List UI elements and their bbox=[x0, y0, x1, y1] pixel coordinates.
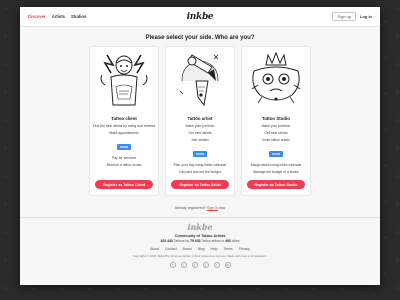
vk-icon[interactable]: vk bbox=[224, 262, 231, 268]
register-studio-button[interactable]: Register as Tattoo Studio bbox=[247, 180, 305, 189]
stats-artists-label: Tattoo artists in bbox=[201, 239, 225, 243]
nav-studios[interactable]: Studios bbox=[71, 14, 86, 19]
footer-link-about[interactable]: About bbox=[150, 247, 159, 251]
card-tattoo-studio: Tattoo Studio Make your portfolio Get ne… bbox=[241, 46, 311, 196]
auth-buttons: Sign up Log in bbox=[332, 12, 372, 21]
feature-text: Make your portfolio bbox=[185, 124, 215, 128]
feature-text: Make your portfolio bbox=[261, 124, 291, 128]
card-title: Tattoo Studio bbox=[262, 116, 290, 121]
feature-text: Plan your day using inkbe calendar bbox=[173, 163, 227, 167]
footer-link-terms[interactable]: Terms bbox=[224, 247, 233, 251]
register-artist-button[interactable]: Register as Tattoo Artist bbox=[171, 180, 229, 189]
footer-link-privacy[interactable]: Privacy bbox=[239, 247, 250, 251]
card-title: Tattoo client bbox=[111, 116, 137, 121]
stats-tattoos-label: Tattoos by bbox=[173, 239, 190, 243]
browser-window: Discover Artists Studios inkbe Sign up L… bbox=[20, 7, 380, 285]
footer-link-contact[interactable]: Contact bbox=[165, 247, 177, 251]
social-icons: f t v g t vk bbox=[20, 262, 380, 268]
google-plus-icon[interactable]: g bbox=[202, 262, 209, 268]
card-title: Tattoo artist bbox=[187, 116, 213, 121]
signup-button[interactable]: Sign up bbox=[332, 12, 356, 21]
studio-illustration bbox=[242, 47, 310, 113]
soon-badge: SOON bbox=[116, 144, 132, 150]
stats-tattoos: 433 443 bbox=[160, 239, 173, 243]
stats-line: 433 443 Tattoos by 75 433 Tattoo artists… bbox=[20, 239, 380, 243]
sign-in-link[interactable]: Sign in bbox=[207, 206, 218, 210]
card-tattoo-artist: Tattoo artist Make your portfolio Get ne… bbox=[165, 46, 235, 196]
stats-artists: 75 433 bbox=[190, 239, 201, 243]
feature-text: Get new clients bbox=[188, 131, 212, 135]
feature-text: Invite tattoo artists bbox=[262, 138, 290, 142]
already-registered: Already registered? Sign in now bbox=[20, 206, 380, 210]
feature-text: Find the best artists by rating and revi… bbox=[92, 124, 156, 128]
community-title: Community of Tattoo Artists bbox=[174, 234, 226, 238]
tumblr-icon[interactable]: t bbox=[213, 262, 220, 268]
client-illustration bbox=[90, 47, 158, 113]
already-suffix: now bbox=[218, 206, 226, 210]
footer-links: About Contact Brand Blog Help Terms Priv… bbox=[20, 247, 380, 251]
footer-logo: inkbe bbox=[187, 222, 213, 232]
soon-badge: SOON bbox=[192, 151, 208, 157]
copyright: Copyright © 2015 Inkbe BV. All screensho… bbox=[132, 254, 268, 258]
login-button[interactable]: Log in bbox=[360, 14, 372, 19]
nav-discover[interactable]: Discover bbox=[28, 14, 46, 19]
feature-text: Become a tattoo model bbox=[106, 163, 142, 167]
register-client-button[interactable]: Register as Tattoo Client bbox=[95, 180, 153, 189]
stats-cities-label: cities bbox=[231, 239, 240, 243]
feature-text: Join studios bbox=[191, 138, 209, 142]
footer-link-blog[interactable]: Blog bbox=[198, 247, 205, 251]
card-tattoo-client: Tattoo client Find the best artists by r… bbox=[89, 46, 159, 196]
feature-text: Get paid and set the budget bbox=[179, 170, 221, 174]
facebook-icon[interactable]: f bbox=[169, 262, 176, 268]
already-text: Already registered? bbox=[174, 206, 206, 210]
top-navbar: Discover Artists Studios inkbe Sign up L… bbox=[20, 7, 380, 27]
inkbe-logo[interactable]: inkbe bbox=[187, 12, 214, 22]
role-cards: Tattoo client Find the best artists by r… bbox=[20, 46, 380, 196]
footer-link-help[interactable]: Help bbox=[211, 247, 218, 251]
feature-text: Get new clients bbox=[264, 131, 288, 135]
main-nav: Discover Artists Studios bbox=[28, 14, 86, 19]
footer-link-brand[interactable]: Brand bbox=[183, 247, 192, 251]
feature-text: Assign tasks using inkbe calendar bbox=[250, 163, 302, 167]
page-title: Please select your side. Who are you? bbox=[145, 35, 255, 41]
twitter-icon[interactable]: t bbox=[180, 262, 187, 268]
nav-artists[interactable]: Artists bbox=[52, 14, 65, 19]
feature-text: Make appointments bbox=[109, 131, 139, 135]
feature-text: Pay for services bbox=[111, 156, 137, 160]
artist-illustration bbox=[166, 47, 234, 113]
soon-badge: SOON bbox=[268, 151, 284, 157]
feature-text: Manage the budget of a studio bbox=[253, 170, 299, 174]
stats-cities: 493 bbox=[225, 239, 231, 243]
vimeo-icon[interactable]: v bbox=[191, 262, 198, 268]
footer: inkbe Community of Tattoo Artists 433 44… bbox=[20, 217, 380, 285]
